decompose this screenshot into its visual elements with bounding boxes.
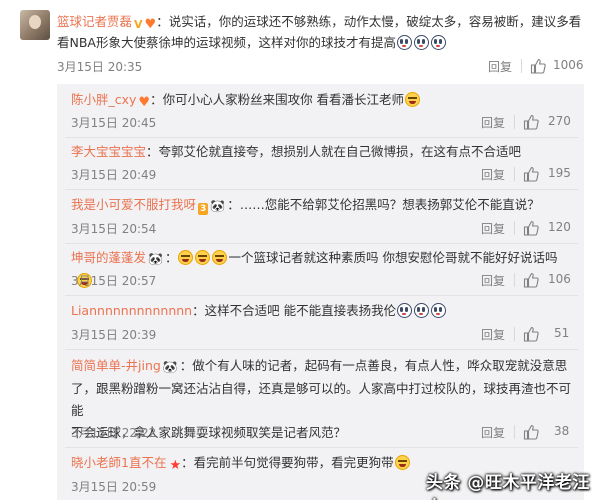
reply-list: 陈小胖_cxy ♥：你可小心人家粉丝来围攻你 看看潘长江老师 3月15日 20:4… bbox=[57, 84, 584, 500]
reply-body: ：……您能不给郭艾伦招黑吗？想表扬郭艾伦不能直说？ bbox=[227, 197, 540, 212]
divider bbox=[514, 425, 515, 439]
laughing-emoji-icon bbox=[405, 92, 421, 107]
timestamp: 3月15日 20:45 bbox=[71, 116, 157, 130]
reply-text: 李大宝宝宝宝：夸郭艾伦就直接夸，想损别人就在自己微博损，在这有点不合适吧 bbox=[71, 141, 579, 163]
comment-footer: 3月15日 20:35 回复 1006 bbox=[57, 58, 584, 76]
like-count: 38 bbox=[554, 424, 570, 438]
reply-text: 陈小胖_cxy ♥：你可小心人家粉丝来围攻你 看看潘长江老师 bbox=[71, 89, 579, 111]
watermark: 头条 @旺木平洋老汪太 bbox=[426, 473, 590, 500]
reply-button[interactable]: 回复 bbox=[481, 424, 505, 441]
divider bbox=[514, 273, 515, 287]
timestamp: 3月15日 20:49 bbox=[71, 168, 157, 182]
panda-emoji-icon: 🐼 bbox=[162, 360, 178, 374]
reply-footer: 3月15日 20:45 回复 270 bbox=[71, 114, 579, 132]
reply-button[interactable]: 回复 bbox=[481, 272, 505, 289]
divider bbox=[514, 221, 515, 235]
thumbs-up-icon[interactable] bbox=[523, 424, 539, 440]
reply-footer: 3月15日 20:39 回复 51 bbox=[71, 326, 579, 344]
like-count: 195 bbox=[548, 166, 571, 180]
reply-item: 简简单单-井jing 🐼 ：做个有人味的记者，起码有一点善良，有点人性，哗众取宠就没… bbox=[57, 350, 584, 448]
reply-item: Liannnnnnnnnnnnn：这样不合适吧 能不能直接表扬我伦 3月15日 … bbox=[57, 296, 584, 350]
reply-footer: 3月15日 22:22 回复 38 bbox=[71, 424, 579, 442]
thumbs-up-icon[interactable] bbox=[530, 58, 546, 74]
username-link[interactable]: 篮球记者贾磊 bbox=[57, 14, 132, 29]
timestamp: 3月15日 20:57 bbox=[71, 274, 157, 288]
reply-footer: 3月15日 20:49 回复 195 bbox=[71, 166, 579, 184]
username-link[interactable]: 李大宝宝宝宝 bbox=[71, 144, 146, 159]
username-link[interactable]: 我是小可爱不服打我呀 bbox=[71, 197, 196, 212]
username-link[interactable]: Liannnnnnnnnnnnn bbox=[71, 303, 192, 318]
reply-body: ：你可小心人家粉丝来围攻你 看看潘长江老师 bbox=[150, 92, 405, 107]
heart-icon: ♥ bbox=[144, 17, 157, 32]
panda-emoji-icon: 🐼 bbox=[148, 252, 163, 266]
reply-text: Liannnnnnnnnnnnn：这样不合适吧 能不能直接表扬我伦 bbox=[71, 300, 579, 322]
divider bbox=[514, 115, 515, 129]
reply-footer: 3月15日 20:54 回复 120 bbox=[71, 220, 579, 238]
reply-button[interactable]: 回复 bbox=[481, 114, 505, 131]
crying-emoji-icon bbox=[431, 303, 447, 318]
crying-emoji-icon bbox=[430, 35, 446, 50]
laughing-emoji-icon bbox=[212, 250, 228, 265]
like-count: 106 bbox=[548, 272, 571, 286]
reply-body: 一个篮球记者就这种素质吗 你想安慰伦哥就不能好好说话吗 bbox=[228, 250, 558, 265]
username-link[interactable]: 晓小老師1直不在 bbox=[71, 455, 166, 470]
thumbs-up-icon[interactable] bbox=[523, 272, 539, 288]
timestamp: 3月15日 22:22 bbox=[71, 426, 157, 440]
like-count: 270 bbox=[548, 114, 571, 128]
reply-footer: 3月15日 20:57 回复 106 bbox=[71, 272, 579, 290]
panda-emoji-icon: 🐼 bbox=[210, 199, 226, 213]
avatar[interactable] bbox=[20, 10, 50, 40]
laughing-emoji-icon bbox=[195, 250, 211, 265]
username-link[interactable]: 陈小胖_cxy bbox=[71, 92, 136, 107]
username-link[interactable]: 坤哥的蓬蓬发 bbox=[71, 250, 146, 265]
reply-item: 陈小胖_cxy ♥：你可小心人家粉丝来围攻你 看看潘长江老师 3月15日 20:4… bbox=[57, 84, 584, 138]
main-comment: 篮球记者贾磊 V ♥：说实话，你的运球还不够熟练，动作太慢，破绽太多，容易被断，建议… bbox=[0, 0, 598, 84]
comment-text: 篮球记者贾磊 V ♥：说实话，你的运球还不够熟练，动作太慢，破绽太多，容易被断，建议… bbox=[57, 11, 587, 53]
timestamp: 3月15日 20:39 bbox=[71, 328, 157, 342]
username-link[interactable]: 简简单单-井jing bbox=[71, 358, 161, 373]
reply-body: ：做个有人味的记者，起码有一点善良，有点人性，哗众取宠就没意思 bbox=[179, 358, 568, 373]
laughing-emoji-icon bbox=[178, 250, 194, 265]
crying-emoji-icon bbox=[414, 303, 430, 318]
reply-button[interactable]: 回复 bbox=[481, 220, 505, 237]
timestamp: 3月15日 20:59 bbox=[71, 480, 157, 494]
thumbs-up-icon[interactable] bbox=[523, 114, 539, 130]
reply-body: ：看完前半句觉得要狗带，看完更狗带 bbox=[181, 455, 394, 470]
divider bbox=[514, 167, 515, 181]
like-count: 1006 bbox=[553, 58, 584, 72]
thumbs-up-icon[interactable] bbox=[523, 220, 539, 236]
reply-item: 我是小可爱不服打我呀 3 🐼 ：……您能不给郭艾伦招黑吗？想表扬郭艾伦不能直说？ 3月… bbox=[57, 190, 584, 244]
divider bbox=[521, 59, 522, 73]
star-icon: ★ bbox=[169, 458, 182, 473]
crying-emoji-icon bbox=[397, 303, 413, 318]
reply-body: 了，跟黑粉蹭粉一窝还沾沾自得，还真是够可以的。人家高中打过校队的，球技再渣也不可… bbox=[71, 381, 572, 418]
reply-text: 我是小可爱不服打我呀 3 🐼 ：……您能不给郭艾伦招黑吗？想表扬郭艾伦不能直说？ bbox=[71, 194, 579, 217]
verified-v-icon: V bbox=[134, 18, 143, 31]
like-count: 51 bbox=[554, 326, 570, 340]
laughing-emoji-icon bbox=[394, 455, 410, 470]
timestamp: 3月15日 20:35 bbox=[57, 60, 143, 74]
crying-emoji-icon bbox=[396, 35, 412, 50]
heart-icon: ♥ bbox=[138, 95, 151, 110]
reply-item: 坤哥的蓬蓬发 🐼：一个篮球记者就这种素质吗 你想安慰伦哥就不能好好说话吗 3月15… bbox=[57, 244, 584, 296]
reply-button[interactable]: 回复 bbox=[481, 326, 505, 343]
crying-emoji-icon bbox=[413, 35, 429, 50]
thumbs-up-icon[interactable] bbox=[523, 326, 539, 342]
reply-button[interactable]: 回复 bbox=[481, 166, 505, 183]
reply-body: ：这样不合适吧 能不能直接表扬我伦 bbox=[192, 303, 397, 318]
level-badge-icon: 3 bbox=[198, 203, 209, 215]
reply-button[interactable]: 回复 bbox=[488, 58, 512, 75]
reply-item: 李大宝宝宝宝：夸郭艾伦就直接夸，想损别人就在自己微博损，在这有点不合适吧 3月1… bbox=[57, 138, 584, 190]
like-count: 120 bbox=[548, 220, 571, 234]
thumbs-up-icon[interactable] bbox=[523, 166, 539, 182]
reply-body: ：夸郭艾伦就直接夸，想损别人就在自己微博损，在这有点不合适吧 bbox=[146, 144, 522, 159]
timestamp: 3月15日 20:54 bbox=[71, 222, 157, 236]
divider bbox=[514, 327, 515, 341]
